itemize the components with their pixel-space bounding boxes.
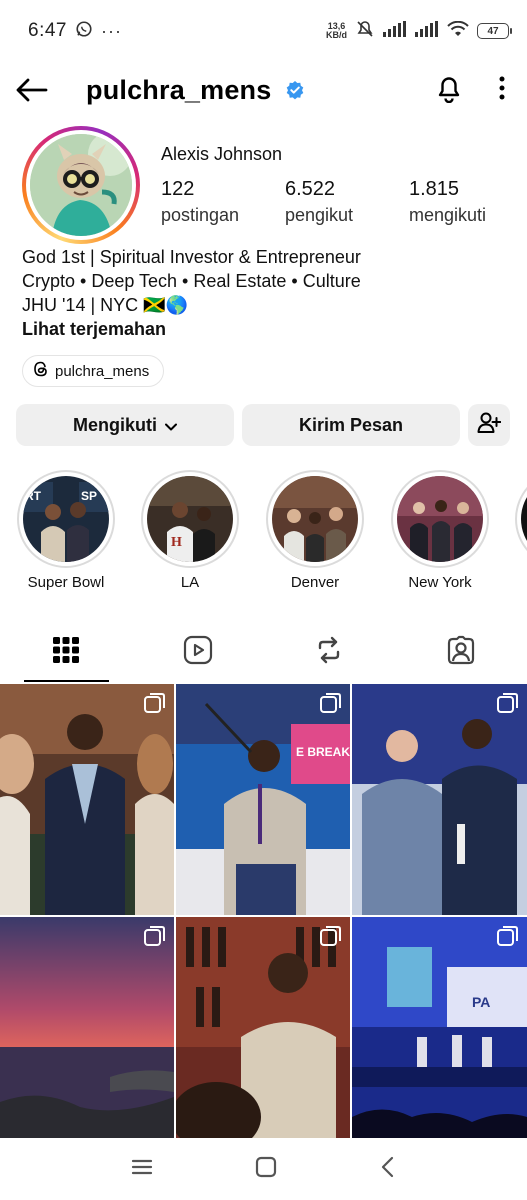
- more-options-icon[interactable]: [499, 76, 505, 105]
- battery-indicator: 47: [477, 23, 512, 39]
- tab-tagged[interactable]: [395, 622, 527, 682]
- following-count: 1.815: [409, 178, 460, 200]
- highlight-label: Super Bowl: [27, 574, 105, 591]
- post-thumbnail[interactable]: [176, 917, 350, 1148]
- profile-username: pulchra_mens: [86, 74, 272, 105]
- highlight-cover-image: [521, 476, 527, 562]
- profile-actions: Mengikuti Kirim Pesan: [16, 404, 510, 446]
- see-translation-link[interactable]: Lihat terjemahan: [22, 317, 361, 341]
- highlight-cover-ring: H: [141, 470, 239, 568]
- verified-badge-icon: [285, 80, 305, 100]
- tab-posts-grid[interactable]: [0, 622, 132, 682]
- highlight-item-partial[interactable]: [514, 470, 527, 568]
- post-thumbnail[interactable]: E BREAK: [176, 684, 350, 915]
- status-bar: 6:47 ··· 13,6 KB/d 47: [0, 0, 527, 62]
- posts-label: postingan: [161, 205, 240, 225]
- posts-count: 122: [161, 178, 195, 200]
- stat-followers[interactable]: 6.522 pengikut: [285, 178, 409, 226]
- story-highlights: RT SP Super Bowl H LA Denver New York: [0, 470, 527, 600]
- tab-reposts[interactable]: [264, 622, 396, 682]
- tagged-icon: [446, 635, 476, 670]
- avatar: [30, 134, 132, 236]
- back-arrow-icon[interactable]: [14, 72, 50, 108]
- status-time: 6:47: [28, 20, 67, 41]
- mute-icon: [355, 19, 375, 44]
- signal-icon-2: [415, 20, 439, 42]
- highlight-cover-image: [272, 476, 358, 562]
- highlight-cover-ring: [391, 470, 489, 568]
- reels-icon: [183, 635, 213, 670]
- profile-content-tabs: [0, 622, 527, 682]
- carousel-icon: [497, 925, 519, 952]
- message-button-label: Kirim Pesan: [298, 414, 404, 435]
- following-dropdown-button[interactable]: Mengikuti: [16, 404, 234, 446]
- svg-text:E BREAK: E BREAK: [296, 745, 350, 759]
- highlight-item[interactable]: RT SP Super Bowl: [16, 470, 116, 591]
- whatsapp-icon: [75, 20, 93, 43]
- threads-link-chip[interactable]: pulchra_mens: [22, 355, 165, 387]
- carousel-icon: [320, 692, 342, 719]
- highlight-cover-ring: [515, 470, 527, 568]
- stat-following[interactable]: 1.815 mengikuti: [409, 178, 527, 226]
- bio-line: God 1st | Spiritual Investor & Entrepren…: [22, 247, 361, 267]
- grid-icon: [52, 636, 79, 668]
- post-thumbnail[interactable]: [352, 684, 527, 915]
- carousel-icon: [320, 925, 342, 952]
- threads-handle: pulchra_mens: [55, 362, 150, 380]
- more-notifications-icon: ···: [100, 20, 122, 41]
- threads-icon: [33, 361, 49, 381]
- highlight-item[interactable]: Denver: [265, 470, 365, 591]
- profile-bio: God 1st | Spiritual Investor & Entrepren…: [22, 245, 361, 341]
- network-speed: 13,6 KB/d: [326, 21, 347, 40]
- send-message-button[interactable]: Kirim Pesan: [242, 404, 460, 446]
- post-thumbnail[interactable]: [0, 684, 174, 915]
- suggested-people-button[interactable]: [468, 404, 510, 446]
- followers-label: pengikut: [285, 205, 354, 225]
- back-icon[interactable]: [380, 1156, 396, 1183]
- svg-text:SP: SP: [81, 489, 97, 503]
- posts-grid: E BREAK PA: [0, 684, 527, 1148]
- system-navigation-bar: [0, 1138, 527, 1200]
- reposts-icon: [314, 635, 344, 670]
- followers-count: 6.522: [285, 178, 336, 200]
- highlight-item[interactable]: New York: [390, 470, 490, 591]
- chevron-down-icon: [165, 415, 177, 436]
- post-thumbnail[interactable]: PA: [352, 917, 527, 1148]
- home-icon[interactable]: [255, 1156, 277, 1183]
- carousel-icon: [144, 692, 166, 719]
- wifi-icon: [447, 20, 469, 42]
- add-person-icon: [477, 412, 502, 439]
- following-label: mengikuti: [409, 205, 487, 225]
- highlight-cover-image: [397, 476, 483, 562]
- carousel-icon: [497, 692, 519, 719]
- tab-reels[interactable]: [132, 622, 264, 682]
- post-thumbnail[interactable]: [0, 917, 174, 1148]
- notification-bell-icon[interactable]: [435, 73, 463, 108]
- highlight-item[interactable]: H LA: [140, 470, 240, 591]
- following-button-label: Mengikuti: [73, 414, 157, 435]
- highlight-cover-image: RT SP: [23, 476, 109, 562]
- signal-icon: [383, 20, 407, 42]
- carousel-icon: [144, 925, 166, 952]
- bio-line: JHU '14 | NYC 🇯🇲🌎: [22, 295, 188, 315]
- highlight-label: New York: [408, 574, 472, 591]
- recent-apps-icon[interactable]: [131, 1158, 153, 1181]
- highlight-label: Denver: [290, 574, 340, 591]
- svg-text:PA: PA: [472, 994, 490, 1010]
- svg-text:H: H: [171, 535, 182, 550]
- highlight-cover-ring: RT SP: [17, 470, 115, 568]
- stat-posts[interactable]: 122 postingan: [161, 178, 285, 226]
- profile-header: pulchra_mens: [0, 62, 527, 118]
- profile-stats: 122 postingan 6.522 pengikut 1.815 mengi…: [161, 178, 527, 226]
- display-name: Alexis Johnson: [161, 144, 283, 164]
- profile-avatar-story-ring[interactable]: [22, 126, 140, 244]
- highlight-cover-ring: [266, 470, 364, 568]
- svg-text:RT: RT: [25, 489, 42, 503]
- highlight-label: LA: [180, 574, 200, 591]
- bio-line: Crypto • Deep Tech • Real Estate • Cultu…: [22, 271, 361, 291]
- highlight-cover-image: H: [147, 476, 233, 562]
